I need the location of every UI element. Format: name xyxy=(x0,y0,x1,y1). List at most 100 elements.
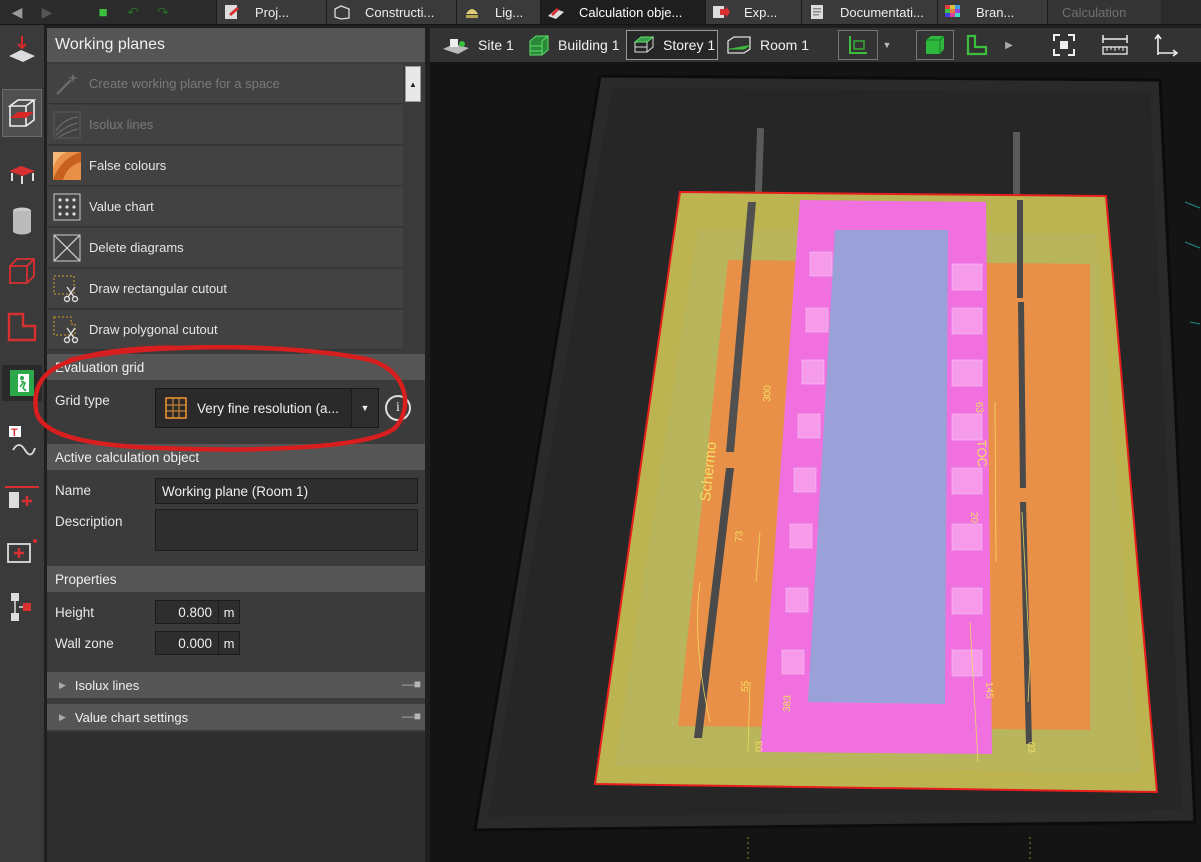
tab-light[interactable]: Lig... xyxy=(456,0,540,24)
scroll-up-icon[interactable]: ▲ xyxy=(405,66,421,102)
create-working-plane-item[interactable]: Create working plane for a space xyxy=(47,64,403,104)
redo-icon[interactable]: ↷ xyxy=(150,1,176,23)
site-icon xyxy=(443,39,469,54)
draw-rectangular-cutout-item[interactable]: Draw rectangular cutout xyxy=(47,269,403,309)
grid-icon xyxy=(165,397,187,419)
properties-header: Properties xyxy=(47,566,425,592)
magic-wand-icon xyxy=(56,72,78,95)
name-field[interactable]: Working plane (Room 1) xyxy=(155,478,418,504)
axis-icon xyxy=(1154,33,1178,57)
cube-outline-icon[interactable] xyxy=(2,253,42,289)
breadcrumb-building[interactable]: Building 1 xyxy=(528,30,624,60)
project-icon xyxy=(225,5,239,19)
calculation-objects-icon xyxy=(548,8,564,19)
table-object-icon[interactable] xyxy=(2,155,42,191)
light-icon xyxy=(466,9,478,18)
export-icon xyxy=(713,6,730,18)
more-arrow-icon[interactable]: ▶ xyxy=(1002,30,1016,60)
branding-icon xyxy=(945,5,960,17)
active-calculation-object-header: Active calculation object xyxy=(47,444,425,470)
add-luminaire-icon[interactable] xyxy=(2,535,42,571)
pin-icon[interactable]: —■ xyxy=(402,677,421,691)
storey-icon xyxy=(633,36,655,53)
wall-zone-unit: m xyxy=(218,631,240,655)
panel-title: Working planes xyxy=(47,28,425,62)
fit-view-icon xyxy=(1053,34,1075,56)
tab-documentation[interactable]: Documentati... xyxy=(801,0,937,24)
3d-viewport[interactable]: Schermo TOC 300 73 55 03 383 20 63 145 0… xyxy=(430,62,1201,862)
properties-section: Height 0.800 m Wall zone 0.000 m xyxy=(47,592,425,668)
measure-button[interactable] xyxy=(1100,30,1130,60)
tab-branding[interactable]: Bran... xyxy=(937,0,1047,24)
grid-type-dropdown[interactable]: Very fine resolution (a... ▼ xyxy=(155,388,379,428)
room-shape-icon[interactable] xyxy=(2,309,42,345)
undo-icon[interactable]: ↶ xyxy=(120,1,146,23)
ribbon-tab-bar: ◀ ▶ ■ ↶ ↷ Proj... Constructi... Lig... C… xyxy=(0,0,1201,25)
scene-value: 383 xyxy=(782,695,794,712)
false-colours-item[interactable]: False colours xyxy=(47,146,403,186)
back-icon[interactable]: ◀ xyxy=(4,1,30,23)
svg-text:T: T xyxy=(11,427,18,439)
name-label: Name xyxy=(55,483,92,498)
ground-plane-icon[interactable] xyxy=(2,31,42,67)
scene-value: 63 xyxy=(973,402,984,414)
hierarchy-icon[interactable] xyxy=(2,589,42,625)
green-cube-icon xyxy=(926,35,945,54)
height-unit: m xyxy=(218,600,240,624)
breadcrumb-storey[interactable]: Storey 1 xyxy=(626,30,718,60)
value-chart-settings-section[interactable]: ▶ Value chart settings —■ xyxy=(47,704,425,730)
expand-arrow-icon: ▶ xyxy=(59,679,66,690)
forward-icon[interactable]: ▶ xyxy=(34,1,60,23)
breadcrumb-site[interactable]: Site 1 xyxy=(442,30,526,60)
draw-polygonal-cutout-item[interactable]: Draw polygonal cutout xyxy=(47,310,403,350)
polygonal-cutout-icon xyxy=(53,316,79,343)
working-plane-icon[interactable] xyxy=(2,89,42,137)
grid-type-value: Very fine resolution (a... xyxy=(197,400,339,416)
toc-label: TOC xyxy=(974,440,990,468)
isolux-lines-section[interactable]: ▶ Isolux lines —■ xyxy=(47,672,425,698)
tab-project[interactable]: Proj... xyxy=(216,0,326,24)
isolux-lines-item[interactable]: Isolux lines xyxy=(47,105,403,145)
floor-plan-button[interactable] xyxy=(838,30,878,60)
grid-type-label: Grid type xyxy=(55,393,110,408)
value-chart-item[interactable]: Value chart xyxy=(47,187,403,227)
description-label: Description xyxy=(55,514,123,529)
building-icon xyxy=(529,35,549,56)
text-annotation-icon[interactable]: T xyxy=(2,423,42,459)
info-icon[interactable]: i xyxy=(385,395,411,421)
breadcrumb-room[interactable]: Room 1 xyxy=(726,30,816,60)
axis-button[interactable] xyxy=(1150,30,1180,60)
fit-view-button[interactable] xyxy=(1050,30,1078,60)
dropdown-arrow-icon[interactable]: ▼ xyxy=(880,30,894,60)
insert-object-icon[interactable] xyxy=(2,481,42,517)
save-icon[interactable]: ■ xyxy=(90,1,116,23)
wall-zone-input[interactable]: 0.000 xyxy=(155,631,219,655)
room-3d-scene[interactable]: Schermo TOC 300 73 55 03 383 20 63 145 0… xyxy=(430,62,1201,862)
tab-calculation-objects[interactable]: Calculation obje... xyxy=(540,0,705,24)
description-field[interactable] xyxy=(155,509,418,551)
menu-scrollbar[interactable]: ▲ xyxy=(403,64,425,350)
delete-diagrams-item[interactable]: Delete diagrams xyxy=(47,228,403,268)
emergency-exit-icon[interactable] xyxy=(2,365,42,401)
tab-construction[interactable]: Constructi... xyxy=(326,0,456,24)
isolux-lines-icon xyxy=(53,111,81,138)
pin-icon[interactable]: —■ xyxy=(402,709,421,723)
working-planes-panel: Working planes Create working plane for … xyxy=(47,28,425,862)
height-input[interactable]: 0.800 xyxy=(155,600,219,624)
construction-icon xyxy=(334,5,350,20)
tab-calculation[interactable]: Calculation xyxy=(1047,0,1161,24)
scene-value: 03 xyxy=(1025,742,1036,754)
scene-value: 300 xyxy=(762,385,774,402)
green-l-shape-button[interactable] xyxy=(962,30,992,60)
green-l-shape-icon xyxy=(966,34,988,56)
tab-export[interactable]: Exp... xyxy=(705,0,801,24)
documentation-icon xyxy=(811,5,823,19)
viewport-toolbar: Site 1 Building 1 Storey 1 Room 1 ▼ ▶ xyxy=(430,28,1201,62)
rectangular-cutout-icon xyxy=(53,275,79,302)
active-object-section: Name Working plane (Room 1) Description xyxy=(47,470,425,564)
delete-diagrams-icon xyxy=(53,234,81,261)
green-cube-button[interactable] xyxy=(916,30,954,60)
cylinder-icon[interactable] xyxy=(2,203,42,239)
scene-value: 73 xyxy=(734,530,745,542)
chevron-down-icon[interactable]: ▼ xyxy=(351,389,378,427)
